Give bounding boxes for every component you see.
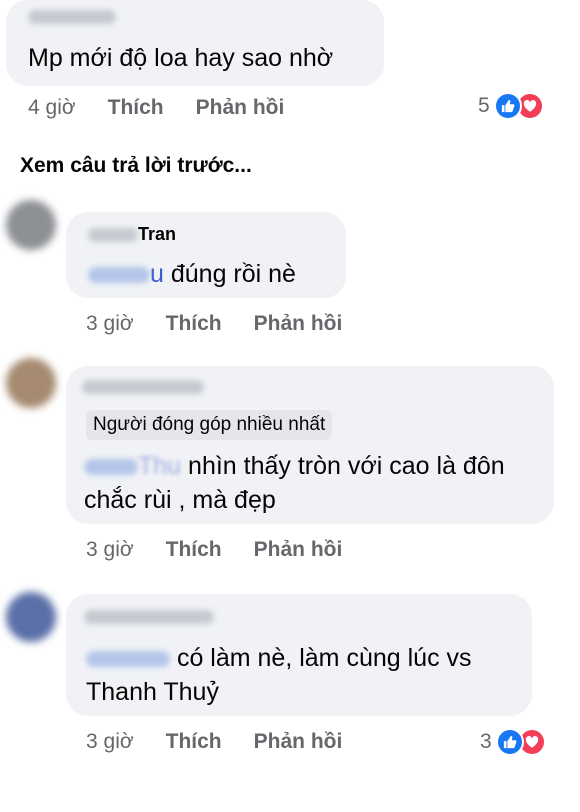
commenter-name-tail[interactable]: Tran xyxy=(138,224,176,245)
reaction-count: 3 xyxy=(480,730,492,753)
comment-text: u đúng rồi nè xyxy=(88,258,296,290)
comment-text: Mp mới độ loa hay sao nhờ xyxy=(28,44,334,72)
like-link[interactable]: Thích xyxy=(108,96,164,120)
commenter-name-blurred xyxy=(28,10,116,24)
reaction-summary-1[interactable]: 5 xyxy=(478,92,544,120)
reply-link[interactable]: Phản hồi xyxy=(254,312,343,336)
avatar[interactable] xyxy=(6,592,56,642)
comment-time: 3 giờ xyxy=(86,312,134,335)
like-icon xyxy=(493,92,522,120)
view-previous-replies-link[interactable]: Xem câu trả lời trước... xyxy=(20,154,252,178)
comment-actions-1: 4 giờ Thích Phản hồi xyxy=(28,96,284,120)
commenter-name-blurred xyxy=(84,610,214,624)
like-link[interactable]: Thích xyxy=(166,312,222,336)
comment-text-line2: Thanh Thuỷ xyxy=(86,678,219,706)
commenter-name-blurred xyxy=(88,228,138,242)
like-icon xyxy=(495,728,524,756)
comment-actions-2: 3 giờ Thích Phản hồi xyxy=(86,312,342,336)
reply-link[interactable]: Phản hồi xyxy=(254,730,343,754)
tagged-name-blurred[interactable] xyxy=(84,459,138,476)
comment-actions-4: 3 giờ Thích Phản hồi xyxy=(86,730,342,754)
reaction-summary-4[interactable]: 3 xyxy=(480,728,546,756)
tagged-name-blurred[interactable] xyxy=(86,651,170,668)
like-link[interactable]: Thích xyxy=(166,730,222,754)
comment-body: nhìn thấy tròn với cao là đôn xyxy=(181,452,505,480)
comment-actions-3: 3 giờ Thích Phản hồi xyxy=(86,538,342,562)
comment-time: 4 giờ xyxy=(28,96,76,119)
avatar[interactable] xyxy=(6,200,56,250)
comment-bubble-4: có làm nè, làm cùng lúc vs Thanh Thuỷ xyxy=(66,594,532,716)
comment-time: 3 giờ xyxy=(86,730,134,753)
like-link[interactable]: Thích xyxy=(166,538,222,562)
reply-link[interactable]: Phản hồi xyxy=(254,538,343,562)
comment-time: 3 giờ xyxy=(86,538,134,561)
reply-link[interactable]: Phản hồi xyxy=(196,96,285,120)
comment-text-line2: chắc rùi , mà đẹp xyxy=(84,486,276,514)
top-contributor-badge: Người đóng góp nhiều nhất xyxy=(86,410,333,440)
comment-body: có làm nè, làm cùng lúc vs xyxy=(170,644,472,672)
comment-bubble-2: Tran u đúng rồi nè xyxy=(66,212,346,298)
tagged-name-blurred[interactable] xyxy=(88,267,150,284)
tagged-name-tail[interactable]: Thu xyxy=(138,452,181,480)
comment-body: đúng rồi nè xyxy=(163,260,296,288)
comment-text-line1: Thu nhìn thấy tròn với cao là đôn xyxy=(84,450,505,482)
tagged-name-tail[interactable]: u xyxy=(150,260,164,288)
comment-bubble-3: Người đóng góp nhiều nhất Thu nhìn thấy … xyxy=(66,366,554,524)
reaction-count: 5 xyxy=(478,94,490,117)
commenter-name-blurred xyxy=(82,380,204,394)
avatar[interactable] xyxy=(6,358,56,408)
comment-bubble-1: Mp mới độ loa hay sao nhờ xyxy=(6,0,384,86)
comment-text-line1: có làm nè, làm cùng lúc vs xyxy=(86,642,472,674)
